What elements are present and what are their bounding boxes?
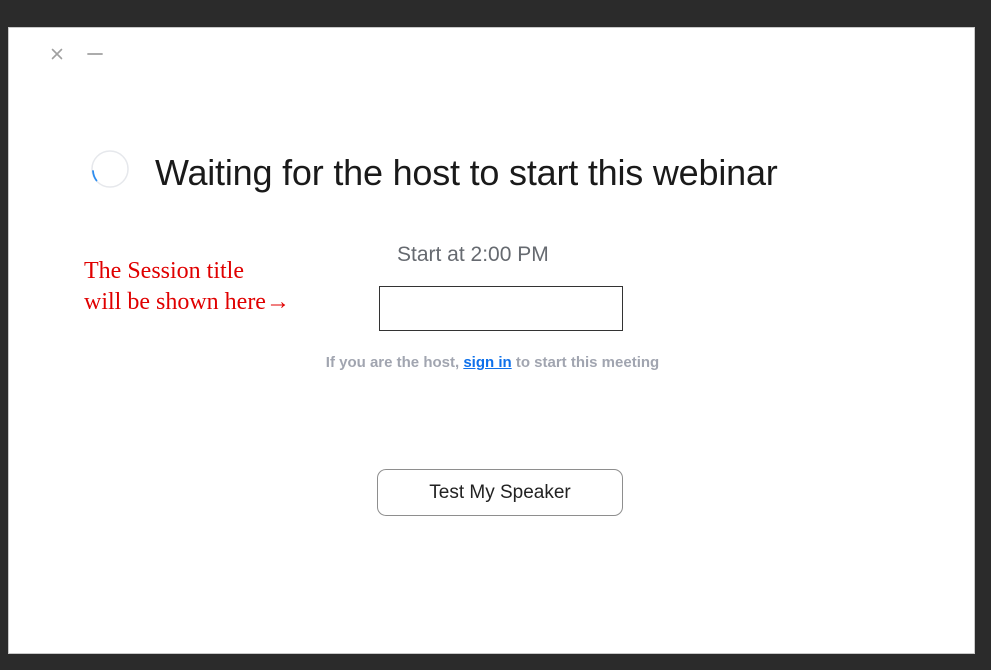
window-controls: [49, 46, 103, 62]
sign-in-link[interactable]: sign in: [463, 354, 511, 371]
host-prompt-prefix: If you are the host,: [325, 354, 460, 371]
close-icon[interactable]: [49, 46, 65, 62]
start-time-label: Start at 2:00 PM: [397, 243, 549, 266]
host-sign-in-prompt: If you are the host, sign in to start th…: [9, 354, 976, 371]
test-my-speaker-button[interactable]: Test My Speaker: [377, 469, 623, 516]
session-title-annotation: The Session title will be shown here→: [84, 256, 290, 318]
host-prompt-suffix: to start this meeting: [515, 354, 660, 371]
annotation-line-1: The Session title: [84, 258, 244, 284]
waiting-room-window: Waiting for the host to start this webin…: [8, 27, 975, 654]
annotation-line-2: will be shown here→: [84, 289, 290, 315]
waiting-heading: Waiting for the host to start this webin…: [155, 152, 778, 193]
loading-spinner-icon: [90, 149, 130, 189]
minimize-icon[interactable]: [87, 46, 103, 62]
session-title-box: [379, 286, 623, 331]
